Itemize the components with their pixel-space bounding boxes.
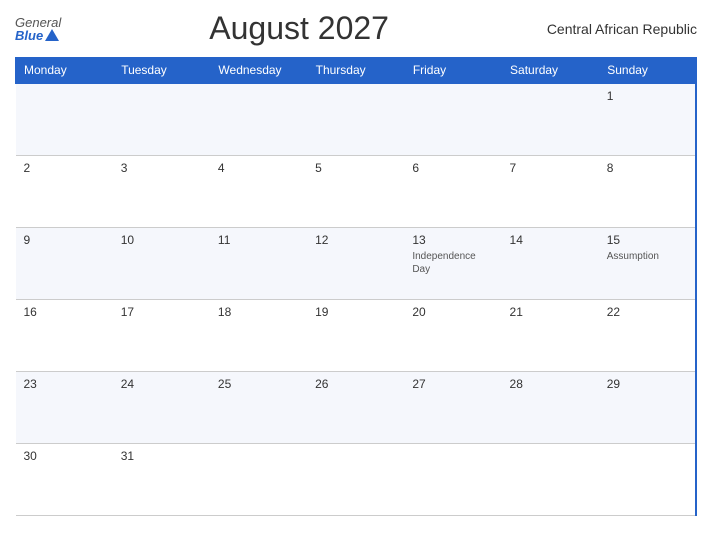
day-number: 24 [121,377,202,391]
cell-week6-day6 [502,443,599,515]
day-number: 25 [218,377,299,391]
cell-week1-day7: 1 [599,83,696,155]
day-number: 28 [510,377,591,391]
cell-week4-day2: 17 [113,299,210,371]
cell-week1-day6 [502,83,599,155]
day-number: 20 [412,305,493,319]
day-number: 5 [315,161,396,175]
day-number: 7 [510,161,591,175]
day-number: 3 [121,161,202,175]
week-row-2: 2 3 4 5 6 7 8 [16,155,697,227]
day-number: 9 [24,233,105,247]
header-thursday: Thursday [307,58,404,84]
cell-week2-day3: 4 [210,155,307,227]
day-number: 23 [24,377,105,391]
cell-week3-day3: 11 [210,227,307,299]
cell-week3-day2: 10 [113,227,210,299]
cell-week5-day5: 27 [404,371,501,443]
cell-week1-day5 [404,83,501,155]
day-number: 31 [121,449,202,463]
day-number: 30 [24,449,105,463]
cell-week3-day5: 13 Independence Day [404,227,501,299]
header-tuesday: Tuesday [113,58,210,84]
cell-week5-day7: 29 [599,371,696,443]
day-number: 29 [607,377,687,391]
day-number: 14 [510,233,591,247]
cell-week6-day1: 30 [16,443,113,515]
week-row-3: 9 10 11 12 13 Independence Day 14 15 Assumption [16,227,697,299]
cell-week5-day2: 24 [113,371,210,443]
weekday-header-row: Monday Tuesday Wednesday Thursday Friday… [16,58,697,84]
day-number: 16 [24,305,105,319]
cell-week4-day1: 16 [16,299,113,371]
country-name: Central African Republic [537,21,697,37]
cell-week5-day6: 28 [502,371,599,443]
calendar-header: General Blue August 2027 Central African… [15,10,697,47]
cell-week2-day7: 8 [599,155,696,227]
day-number: 26 [315,377,396,391]
cell-week6-day4 [307,443,404,515]
cell-week5-day3: 25 [210,371,307,443]
day-number: 18 [218,305,299,319]
event-label: Independence Day [412,250,493,276]
week-row-4: 16 17 18 19 20 21 22 [16,299,697,371]
calendar-grid: Monday Tuesday Wednesday Thursday Friday… [15,57,697,516]
day-number: 22 [607,305,687,319]
day-number: 4 [218,161,299,175]
cell-week3-day7: 15 Assumption [599,227,696,299]
day-number: 27 [412,377,493,391]
cell-week1-day4 [307,83,404,155]
cell-week6-day7 [599,443,696,515]
week-row-6: 30 31 [16,443,697,515]
day-number: 13 [412,233,493,247]
day-number: 11 [218,233,299,247]
week-row-1: 1 [16,83,697,155]
day-number: 12 [315,233,396,247]
header-wednesday: Wednesday [210,58,307,84]
event-label: Assumption [607,250,687,263]
day-number: 21 [510,305,591,319]
header-sunday: Sunday [599,58,696,84]
day-number: 8 [607,161,687,175]
month-title: August 2027 [61,10,537,47]
cell-week3-day4: 12 [307,227,404,299]
week-row-5: 23 24 25 26 27 28 29 [16,371,697,443]
cell-week1-day2 [113,83,210,155]
day-number: 6 [412,161,493,175]
cell-week3-day1: 9 [16,227,113,299]
cell-week5-day1: 23 [16,371,113,443]
day-number: 17 [121,305,202,319]
cell-week3-day6: 14 [502,227,599,299]
day-number: 2 [24,161,105,175]
cell-week6-day3 [210,443,307,515]
cell-week2-day2: 3 [113,155,210,227]
logo-triangle-icon [45,29,59,41]
cell-week2-day4: 5 [307,155,404,227]
cell-week4-day4: 19 [307,299,404,371]
header-monday: Monday [16,58,113,84]
cell-week4-day7: 22 [599,299,696,371]
cell-week4-day3: 18 [210,299,307,371]
day-number: 19 [315,305,396,319]
logo-blue-text: Blue [15,29,43,42]
cell-week2-day5: 6 [404,155,501,227]
cell-week1-day1 [16,83,113,155]
cell-week2-day1: 2 [16,155,113,227]
cell-week4-day5: 20 [404,299,501,371]
cell-week5-day4: 26 [307,371,404,443]
header-friday: Friday [404,58,501,84]
day-number: 10 [121,233,202,247]
day-number: 1 [607,89,687,103]
logo-general-text: General [15,16,61,29]
calendar-container: General Blue August 2027 Central African… [0,0,712,550]
logo: General Blue [15,16,61,42]
cell-week4-day6: 21 [502,299,599,371]
cell-week6-day2: 31 [113,443,210,515]
cell-week2-day6: 7 [502,155,599,227]
cell-week6-day5 [404,443,501,515]
day-number: 15 [607,233,687,247]
header-saturday: Saturday [502,58,599,84]
cell-week1-day3 [210,83,307,155]
